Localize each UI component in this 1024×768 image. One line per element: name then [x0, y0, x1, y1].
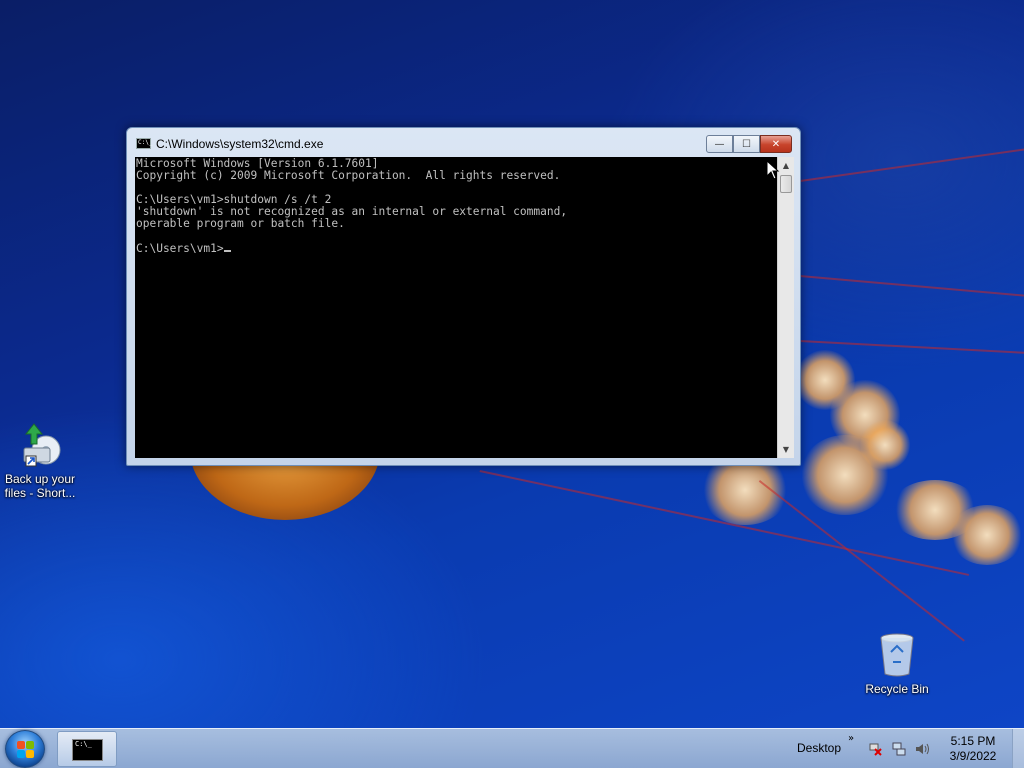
- text-cursor: [223, 242, 231, 252]
- clock-time: 5:15 PM: [950, 734, 996, 748]
- caption-buttons: — ☐ ✕: [706, 135, 792, 153]
- action-center-icon[interactable]: [868, 742, 882, 756]
- desktop-toolbar-label[interactable]: Desktop: [797, 741, 841, 755]
- vertical-scrollbar[interactable]: ▲ ▼: [777, 157, 794, 458]
- console-line: Copyright (c) 2009 Microsoft Corporation…: [136, 169, 561, 182]
- toolbar-chevron-icon[interactable]: »: [848, 733, 854, 744]
- backup-shortcut-icon: [16, 420, 64, 468]
- show-desktop-button[interactable]: [1012, 729, 1024, 768]
- wallpaper-filament: [799, 275, 1024, 298]
- recycle-bin-icon: [873, 630, 921, 678]
- title-bar[interactable]: C:\_ C:\Windows\system32\cmd.exe — ☐ ✕: [127, 128, 800, 158]
- taskbar: C:\_ Desktop » 5:15 PM 3/9/2022: [0, 728, 1024, 768]
- wallpaper-tentacle: [800, 435, 890, 515]
- console-output[interactable]: Microsoft Windows [Version 6.1.7601] Cop…: [135, 157, 777, 458]
- desktop-icon-backup[interactable]: Back up your files - Short...: [0, 420, 82, 500]
- windows-start-orb: [17, 741, 35, 759]
- taskbar-clock[interactable]: 5:15 PM 3/9/2022: [938, 734, 1008, 764]
- cmd-app-icon: C:\_: [136, 138, 152, 149]
- maximize-button[interactable]: ☐: [733, 135, 760, 153]
- scrollbar-thumb[interactable]: [780, 175, 792, 193]
- clock-date: 3/9/2022: [949, 749, 997, 763]
- scroll-up-arrow-icon[interactable]: ▲: [778, 157, 794, 174]
- desktop-icon-recycle-bin[interactable]: Recycle Bin: [855, 630, 939, 696]
- cmd-window[interactable]: C:\_ C:\Windows\system32\cmd.exe — ☐ ✕ M…: [126, 127, 801, 466]
- minimize-button[interactable]: —: [706, 135, 733, 153]
- scroll-down-arrow-icon[interactable]: ▼: [778, 441, 794, 458]
- network-icon[interactable]: [892, 742, 906, 756]
- cmd-taskbar-icon: C:\_: [72, 739, 103, 761]
- wallpaper-filament: [800, 147, 1024, 182]
- taskbar-button-cmd[interactable]: C:\_: [57, 731, 117, 767]
- desktop-icon-label: Back up your files - Short...: [4, 472, 76, 500]
- wallpaper-tentacle: [950, 505, 1024, 565]
- volume-icon[interactable]: [915, 742, 929, 756]
- window-title: C:\Windows\system32\cmd.exe: [156, 137, 324, 151]
- close-button[interactable]: ✕: [760, 135, 792, 153]
- console-line: operable program or batch file.: [136, 217, 345, 230]
- start-button[interactable]: [5, 730, 45, 768]
- desktop-icon-label: Recycle Bin: [865, 682, 929, 696]
- console-prompt: C:\Users\vm1>: [136, 242, 224, 255]
- mouse-pointer-icon: [766, 160, 780, 180]
